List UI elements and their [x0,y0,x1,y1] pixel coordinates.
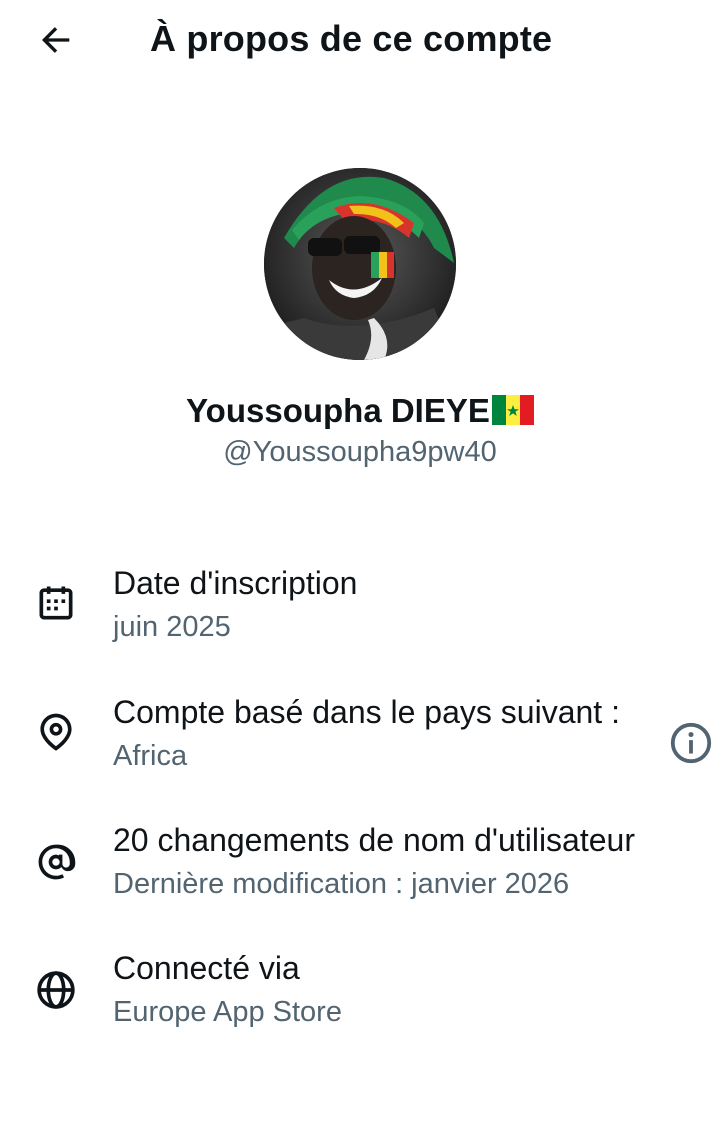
detail-account-country: Compte basé dans le pays suivant : Afric… [0,694,720,804]
profile-name-row: Youssoupha DIEYE [0,392,720,433]
username-handle: @Youssoupha9pw40 [223,436,497,468]
detail-value: juin 2025 [113,611,231,643]
detail-label: Connecté via [113,950,300,986]
detail-label: Compte basé dans le pays suivant : [113,694,620,730]
arrow-left-icon [41,27,70,53]
globe-icon [37,971,75,1009]
detail-value: Dernière modification : janvier 2026 [113,868,570,900]
at-sign-icon [38,844,76,880]
detail-value: Europe App Store [113,996,342,1028]
avatar [264,168,456,360]
page-title: À propos de ce compte [150,18,553,59]
info-icon[interactable] [668,720,714,766]
display-name: Youssoupha DIEYE [186,392,490,429]
location-pin-icon [40,713,72,751]
back-button[interactable] [32,18,80,62]
detail-connected-via: Connecté via Europe App Store [0,950,720,1060]
detail-label: Date d'inscription [113,565,358,601]
senegal-flag-emoji [491,395,534,433]
detail-join-date: Date d'inscription juin 2025 [0,565,720,675]
detail-value: Africa [113,740,188,772]
detail-username-changes: 20 changements de nom d'utilisateur Dern… [0,822,720,932]
calendar-icon [39,586,73,620]
top-bar: À propos de ce compte [0,0,720,84]
detail-label: 20 changements de nom d'utilisateur [113,822,635,858]
